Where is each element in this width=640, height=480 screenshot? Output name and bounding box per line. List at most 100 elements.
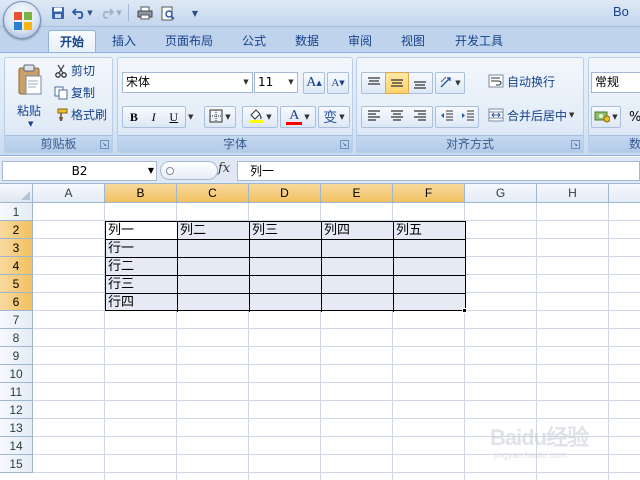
save-icon[interactable] [50, 5, 66, 21]
paste-dropdown-icon[interactable]: ▼ [28, 120, 33, 128]
tab-page-layout[interactable]: 页面布局 [158, 30, 220, 52]
office-button[interactable] [3, 1, 41, 39]
bold-button[interactable]: B [130, 110, 138, 125]
align-bottom-button[interactable] [409, 72, 431, 94]
tab-formulas[interactable]: 公式 [234, 30, 274, 52]
cell-f4[interactable] [394, 258, 465, 276]
tab-home[interactable]: 开始 [48, 30, 96, 52]
paste-icon[interactable] [17, 64, 43, 96]
shrink-font-button[interactable]: A ▼ [327, 72, 349, 94]
print-icon[interactable] [137, 5, 153, 21]
tab-view[interactable]: 视图 [393, 30, 433, 52]
align-right-button[interactable] [413, 109, 427, 125]
cell-b4[interactable]: 行二 [106, 258, 178, 276]
column-header-partial[interactable] [609, 184, 640, 203]
redo-icon[interactable] [99, 5, 115, 21]
cell-f2[interactable]: 列五 [394, 222, 465, 240]
column-header-b[interactable]: B [105, 184, 177, 203]
cell-e2[interactable]: 列四 [322, 222, 394, 240]
number-format-combo[interactable]: 常规 [591, 72, 640, 93]
row-header-8[interactable]: 8 [0, 329, 33, 347]
fill-handle[interactable] [462, 308, 467, 313]
name-box-dropdown-icon[interactable]: ▼ [148, 162, 154, 180]
tab-developer[interactable]: 开发工具 [448, 30, 510, 52]
column-header-f[interactable]: F [393, 184, 465, 203]
italic-button[interactable]: I [152, 110, 156, 125]
align-middle-button[interactable] [385, 72, 409, 94]
cell-f6[interactable] [394, 294, 465, 312]
formula-bar-expand-handle[interactable] [160, 161, 218, 180]
row-header-12[interactable]: 12 [0, 401, 33, 419]
insert-function-button[interactable]: fx [218, 161, 230, 176]
tab-data[interactable]: 数据 [287, 30, 327, 52]
underline-dropdown-icon[interactable]: ▼ [188, 113, 193, 121]
cell-b6[interactable]: 行四 [106, 294, 178, 312]
cell-e6[interactable] [322, 294, 394, 312]
cell-b2[interactable]: 列一 [106, 222, 178, 240]
name-box[interactable]: B2 ▼ [2, 161, 157, 181]
cell-e5[interactable] [322, 276, 394, 294]
font-name-combo[interactable]: 宋体 ▼ [122, 72, 253, 93]
format-painter-button[interactable]: 格式刷 [53, 106, 107, 123]
cell-d2[interactable]: 列三 [250, 222, 322, 240]
undo-icon[interactable] [71, 5, 87, 21]
cell-b3[interactable]: 行一 [106, 240, 178, 258]
column-header-g[interactable]: G [465, 184, 537, 203]
align-left-button[interactable] [367, 109, 381, 125]
redo-dropdown-icon[interactable]: ▼ [115, 5, 123, 21]
row-header-13[interactable]: 13 [0, 419, 33, 437]
row-header-15[interactable]: 15 [0, 455, 33, 473]
cell-e4[interactable] [322, 258, 394, 276]
merge-center-button[interactable]: 合并后居中 ▼ [487, 106, 574, 124]
align-top-button[interactable] [363, 72, 385, 94]
borders-button[interactable]: ▼ [204, 106, 236, 128]
underline-button[interactable]: U [169, 110, 178, 125]
row-header-5[interactable]: 5 [0, 275, 33, 293]
print-preview-icon[interactable] [160, 5, 176, 21]
copy-button[interactable]: 复制 [53, 84, 95, 101]
cell-c6[interactable] [178, 294, 250, 312]
select-all-button[interactable] [0, 184, 33, 203]
cut-button[interactable]: 剪切 [53, 62, 95, 79]
cell-f5[interactable] [394, 276, 465, 294]
cell-c2[interactable]: 列二 [178, 222, 250, 240]
row-header-10[interactable]: 10 [0, 365, 33, 383]
font-size-combo[interactable]: 11 ▼ [254, 72, 298, 93]
phonetic-button[interactable]: 变 ▼ [318, 106, 350, 128]
fill-color-button[interactable]: ▼ [242, 106, 278, 128]
customize-arrow-icon[interactable]: ▼ [190, 5, 200, 21]
merge-center-dropdown-icon[interactable]: ▼ [569, 111, 574, 119]
accounting-format-button[interactable]: ▼ [591, 106, 621, 128]
increase-indent-button[interactable] [461, 110, 475, 125]
column-header-h[interactable]: H [537, 184, 609, 203]
alignment-dialog-launcher-icon[interactable]: ↘ [571, 140, 580, 149]
row-header-7[interactable]: 7 [0, 311, 33, 329]
cell-e3[interactable] [322, 240, 394, 258]
clipboard-dialog-launcher-icon[interactable]: ↘ [100, 140, 109, 149]
row-header-1[interactable]: 1 [0, 203, 33, 221]
column-header-d[interactable]: D [249, 184, 321, 203]
tab-review[interactable]: 审阅 [340, 30, 380, 52]
font-dialog-launcher-icon[interactable]: ↘ [340, 140, 349, 149]
row-header-6[interactable]: 6 [0, 293, 33, 311]
cell-b5[interactable]: 行三 [106, 276, 178, 294]
grow-font-button[interactable]: A ▲ [303, 72, 325, 94]
cell-d4[interactable] [250, 258, 322, 276]
cell-d6[interactable] [250, 294, 322, 312]
column-header-e[interactable]: E [321, 184, 393, 203]
cell-c4[interactable] [178, 258, 250, 276]
formula-input[interactable]: 列一 [237, 161, 640, 181]
cell-d3[interactable] [250, 240, 322, 258]
cell-d5[interactable] [250, 276, 322, 294]
font-size-dropdown-icon[interactable]: ▼ [285, 73, 297, 92]
wrap-text-button[interactable]: 自动换行 [487, 72, 555, 90]
row-header-2[interactable]: 2 [0, 221, 33, 239]
row-header-9[interactable]: 9 [0, 347, 33, 365]
row-header-3[interactable]: 3 [0, 239, 33, 257]
row-header-14[interactable]: 14 [0, 437, 33, 455]
selected-range[interactable]: 列一 列二 列三 列四 列五 行一 行二 行三 行四 [105, 221, 466, 312]
paste-button[interactable]: 粘贴 [17, 102, 41, 119]
worksheet[interactable]: A B C D E F G H 1 2 3 4 5 6 7 8 9 10 11 … [0, 184, 640, 480]
align-center-button[interactable] [390, 109, 404, 125]
undo-dropdown-icon[interactable]: ▼ [86, 5, 94, 21]
